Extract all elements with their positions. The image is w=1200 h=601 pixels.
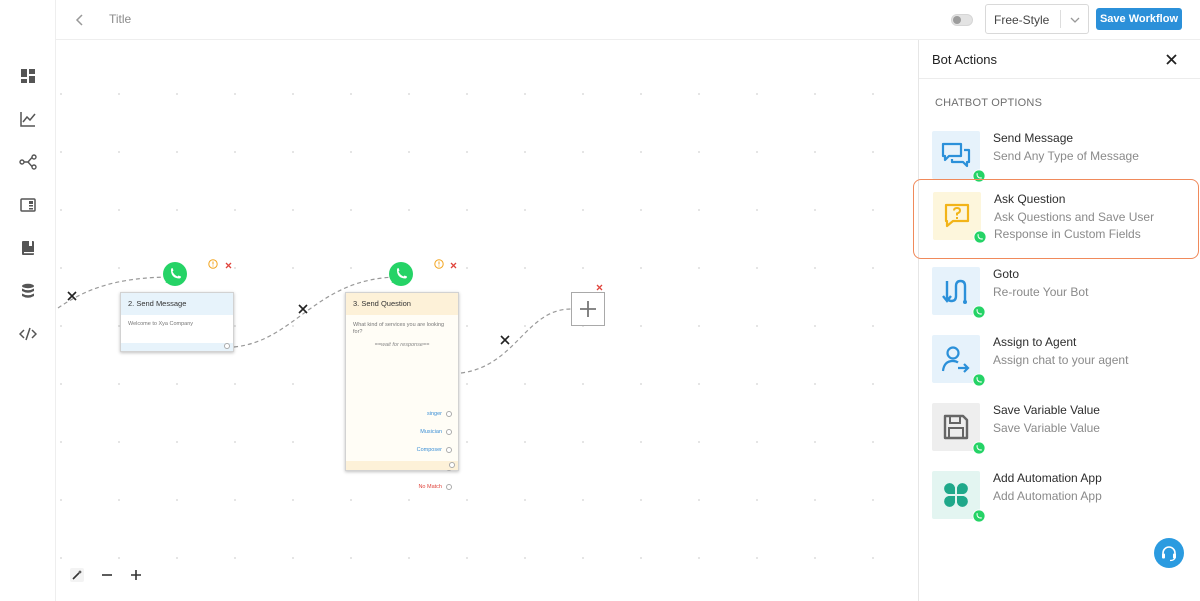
whatsapp-icon [972, 509, 986, 523]
plus-icon [131, 570, 141, 580]
zoom-in-button[interactable] [125, 564, 147, 586]
action-title: Ask Question [994, 192, 1066, 206]
action-item-ask-question[interactable]: Ask Question Ask Questions and Save User … [913, 179, 1199, 259]
action-title: Add Automation App [993, 471, 1102, 485]
action-item-add-automation-app[interactable]: Add Automation App Add Automation App [919, 471, 1200, 539]
option-row[interactable]: singer [427, 411, 452, 417]
output-port[interactable] [446, 411, 452, 417]
action-description: Add Automation App [993, 489, 1102, 503]
dashboard-icon[interactable] [19, 67, 37, 85]
action-item-goto[interactable]: Goto Re-route Your Bot [919, 267, 1200, 335]
option-label: No Match [418, 484, 442, 490]
toggle-switch[interactable] [951, 14, 973, 26]
chevron-down-icon[interactable] [1068, 13, 1082, 27]
option-label: Composer [416, 447, 442, 453]
close-icon[interactable] [1165, 53, 1178, 66]
mode-select-value: Free-Style [994, 13, 1050, 27]
warning-icon[interactable] [208, 256, 218, 269]
select-divider [1060, 10, 1061, 28]
toggle-knob [953, 16, 961, 24]
output-port[interactable] [446, 447, 452, 453]
output-port[interactable] [449, 462, 455, 468]
action-title: Send Message [993, 131, 1074, 145]
option-row[interactable]: No Match [418, 484, 452, 490]
add-node-button[interactable] [571, 292, 605, 326]
section-label: CHATBOT OPTIONS [935, 97, 1043, 109]
action-item-assign-to-agent[interactable]: Assign to Agent Assign chat to your agent [919, 335, 1200, 403]
support-chat-button[interactable] [1154, 538, 1184, 568]
option-label: Musician [420, 429, 442, 435]
action-description: Re-route Your Bot [993, 285, 1089, 299]
warning-icon[interactable] [434, 256, 444, 269]
action-description: Assign chat to your agent [993, 353, 1129, 367]
action-description: Send Any Type of Message [993, 149, 1139, 163]
node-wait-text: ==wait for response== [374, 342, 430, 348]
whatsapp-icon [972, 305, 986, 319]
whatsapp-icon [162, 261, 188, 287]
action-description: Save Variable Value [993, 421, 1100, 435]
node-message: Welcome to Xya Company [128, 321, 194, 327]
delete-node-icon[interactable] [449, 257, 458, 269]
whatsapp-icon [972, 373, 986, 387]
save-workflow-button[interactable]: Save Workflow [1096, 8, 1182, 30]
whatsapp-icon [973, 230, 987, 244]
option-label: singer [427, 411, 442, 417]
node-question: What kind of services you are looking fo… [353, 322, 445, 335]
workflow-canvas[interactable]: 2. Send Message Welcome to Xya Company 3… [56, 41, 918, 601]
mode-select[interactable]: Free-Style [985, 4, 1089, 34]
magic-wand-icon[interactable] [66, 564, 88, 586]
delete-node-icon[interactable] [224, 257, 233, 269]
action-title: Save Variable Value [993, 403, 1100, 417]
workflow-title[interactable]: Title [109, 12, 131, 26]
send-message-node[interactable]: 2. Send Message Welcome to Xya Company [120, 292, 234, 352]
output-port[interactable] [446, 429, 452, 435]
panel-header: Bot Actions [919, 40, 1200, 79]
minus-icon [102, 574, 112, 576]
cut-connection-icon[interactable] [297, 302, 309, 314]
send-question-node[interactable]: 3. Send Question What kind of services y… [345, 292, 459, 490]
bot-actions-panel: Bot Actions CHATBOT OPTIONS Send Message… [913, 40, 1200, 601]
node-footer [346, 461, 458, 470]
whatsapp-icon [388, 261, 414, 287]
top-bar: Title Free-Style Save Workflow [56, 0, 1200, 40]
workflow-icon[interactable] [19, 153, 37, 171]
node-title: 3. Send Question [346, 293, 458, 315]
action-item-save-variable-value[interactable]: Save Variable Value Save Variable Value [919, 403, 1200, 471]
action-description: Ask Questions and Save User Response in … [994, 210, 1155, 241]
delete-node-icon[interactable] [595, 279, 604, 291]
option-row[interactable]: Musician [420, 429, 452, 435]
chevron-left-icon[interactable] [72, 12, 88, 28]
action-title: Goto [993, 267, 1020, 281]
node-footer [121, 343, 233, 351]
workflow-editor: Title Free-Style Save Workflow 2. Send M… [0, 0, 1200, 601]
templates-icon[interactable] [19, 196, 37, 214]
database-icon[interactable] [19, 282, 37, 300]
headset-icon [1162, 546, 1176, 562]
plus-icon [580, 301, 596, 317]
whatsapp-icon [972, 441, 986, 455]
analytics-icon[interactable] [19, 110, 37, 128]
action-title: Assign to Agent [993, 335, 1077, 349]
cut-connection-icon[interactable] [499, 333, 511, 345]
output-port[interactable] [224, 343, 230, 349]
cut-connection-icon[interactable] [66, 289, 78, 301]
panel-title: Bot Actions [932, 52, 998, 67]
left-sidebar [0, 0, 56, 601]
zoom-out-button[interactable] [96, 564, 118, 586]
book-icon[interactable] [19, 239, 37, 257]
node-title: 2. Send Message [121, 293, 233, 315]
code-icon[interactable] [19, 325, 37, 343]
option-row[interactable]: Composer [417, 447, 452, 453]
output-port[interactable] [446, 484, 452, 490]
